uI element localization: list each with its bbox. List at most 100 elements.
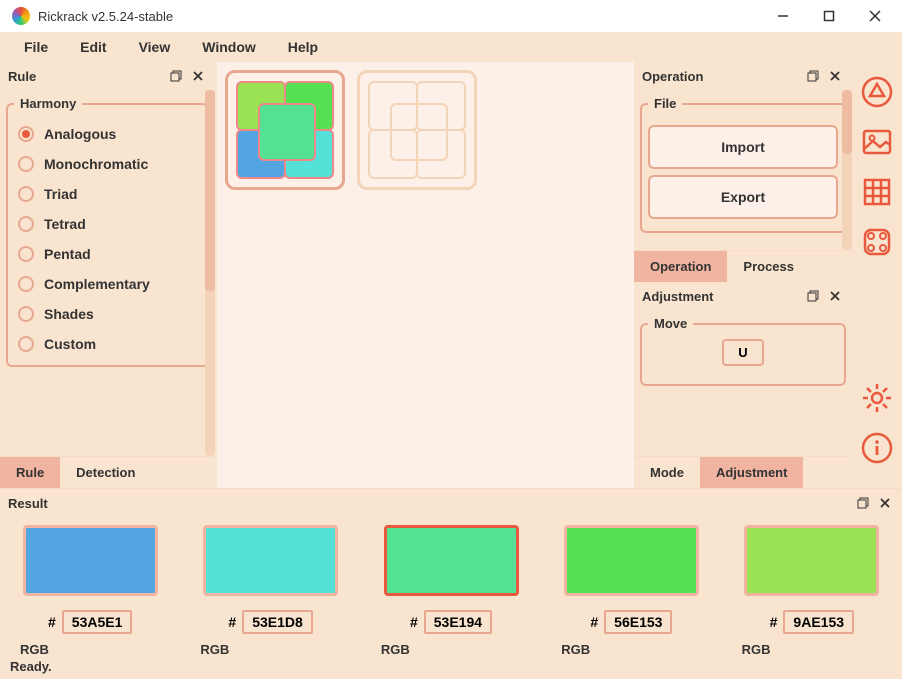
hash-label: # bbox=[48, 614, 56, 630]
harmony-option-label: Monochromatic bbox=[44, 156, 148, 172]
canvas-area[interactable] bbox=[217, 62, 634, 488]
hash-label: # bbox=[770, 614, 778, 630]
swatch-tile-empty bbox=[390, 103, 448, 161]
operation-panel-title: Operation bbox=[642, 69, 800, 84]
scrollbar[interactable] bbox=[205, 90, 215, 456]
hex-value[interactable]: 53E194 bbox=[424, 610, 492, 634]
radio-icon bbox=[18, 126, 34, 142]
panel-float-icon[interactable] bbox=[804, 287, 822, 305]
tab-adjustment[interactable]: Adjustment bbox=[700, 457, 804, 488]
export-button[interactable]: Export bbox=[648, 175, 838, 219]
harmony-option-triad[interactable]: Triad bbox=[14, 179, 201, 209]
harmony-option-label: Triad bbox=[44, 186, 77, 202]
harmony-option-shades[interactable]: Shades bbox=[14, 299, 201, 329]
panel-float-icon[interactable] bbox=[854, 494, 872, 512]
grid-icon[interactable] bbox=[857, 172, 897, 212]
menu-window[interactable]: Window bbox=[186, 33, 272, 61]
palette-preview-empty[interactable] bbox=[357, 70, 477, 190]
menu-file[interactable]: File bbox=[8, 33, 64, 61]
rule-panel: Rule Harmony Analogous Monochromatic Triad… bbox=[0, 62, 217, 488]
color-swatch[interactable] bbox=[564, 525, 699, 596]
tab-mode[interactable]: Mode bbox=[634, 457, 700, 488]
harmony-option-custom[interactable]: Custom bbox=[14, 329, 201, 359]
harmony-option-pentad[interactable]: Pentad bbox=[14, 239, 201, 269]
app-logo-icon bbox=[12, 7, 30, 25]
result-panel-title: Result bbox=[8, 496, 850, 511]
tab-detection[interactable]: Detection bbox=[60, 457, 151, 488]
rule-tabs: Rule Detection bbox=[0, 456, 215, 488]
move-group: Move U bbox=[640, 316, 846, 386]
radio-icon bbox=[18, 216, 34, 232]
hex-value[interactable]: 56E153 bbox=[604, 610, 672, 634]
result-color-card: #53A5E1RGB bbox=[0, 525, 180, 657]
tab-rule[interactable]: Rule bbox=[0, 457, 60, 488]
harmony-option-analogous[interactable]: Analogous bbox=[14, 119, 201, 149]
side-toolbar bbox=[852, 62, 902, 488]
result-color-card: #56E153 RGB bbox=[541, 525, 721, 657]
harmony-option-monochromatic[interactable]: Monochromatic bbox=[14, 149, 201, 179]
hash-label: # bbox=[590, 614, 598, 630]
panel-close-icon[interactable] bbox=[826, 287, 844, 305]
file-legend: File bbox=[648, 96, 682, 111]
adjustment-panel-title: Adjustment bbox=[642, 289, 800, 304]
rgb-label: RGB bbox=[742, 642, 771, 657]
window-title: Rickrack v2.5.24-stable bbox=[38, 9, 760, 24]
harmony-option-tetrad[interactable]: Tetrad bbox=[14, 209, 201, 239]
menubar: File Edit View Window Help bbox=[0, 32, 902, 62]
harmony-option-complementary[interactable]: Complementary bbox=[14, 269, 201, 299]
tab-operation[interactable]: Operation bbox=[634, 251, 727, 282]
maximize-button[interactable] bbox=[806, 0, 852, 32]
hex-value[interactable]: 9AE153 bbox=[783, 610, 854, 634]
harmony-option-label: Tetrad bbox=[44, 216, 86, 232]
board-icon[interactable] bbox=[857, 222, 897, 262]
radio-icon bbox=[18, 306, 34, 322]
panel-close-icon[interactable] bbox=[826, 67, 844, 85]
image-icon[interactable] bbox=[857, 122, 897, 162]
menu-edit[interactable]: Edit bbox=[64, 33, 122, 61]
hash-label: # bbox=[410, 614, 418, 630]
harmony-legend: Harmony bbox=[14, 96, 82, 111]
radio-icon bbox=[18, 156, 34, 172]
main-area: Rule Harmony Analogous Monochromatic Triad… bbox=[0, 62, 902, 488]
move-legend: Move bbox=[648, 316, 693, 331]
harmony-option-label: Custom bbox=[44, 336, 96, 352]
harmony-option-label: Shades bbox=[44, 306, 94, 322]
hash-label: # bbox=[228, 614, 236, 630]
rgb-label: RGB bbox=[561, 642, 590, 657]
panel-close-icon[interactable] bbox=[189, 67, 207, 85]
color-swatch[interactable] bbox=[384, 525, 519, 596]
operation-tabs: Operation Process bbox=[634, 250, 852, 282]
color-swatch[interactable] bbox=[203, 525, 338, 596]
import-button[interactable]: Import bbox=[648, 125, 838, 169]
palette-preview-active[interactable] bbox=[225, 70, 345, 190]
panel-close-icon[interactable] bbox=[876, 494, 894, 512]
panel-float-icon[interactable] bbox=[167, 67, 185, 85]
right-column: Operation File Import Export Operation P… bbox=[634, 62, 852, 488]
radio-icon bbox=[18, 186, 34, 202]
minimize-button[interactable] bbox=[760, 0, 806, 32]
adjustment-tabs: Mode Adjustment bbox=[634, 456, 852, 488]
color-swatch[interactable] bbox=[744, 525, 879, 596]
rgb-label: RGB bbox=[200, 642, 229, 657]
wheel-icon[interactable] bbox=[857, 72, 897, 112]
status-bar: Ready. bbox=[0, 657, 902, 679]
color-swatch[interactable] bbox=[23, 525, 158, 596]
rgb-label: RGB bbox=[381, 642, 410, 657]
hex-value[interactable]: 53E1D8 bbox=[242, 610, 313, 634]
swatch-tile[interactable] bbox=[258, 103, 316, 161]
result-color-card: #9AE153 RGB bbox=[722, 525, 902, 657]
rule-panel-title: Rule bbox=[8, 69, 163, 84]
panel-float-icon[interactable] bbox=[804, 67, 822, 85]
tab-process[interactable]: Process bbox=[727, 251, 810, 282]
hex-value[interactable]: 53A5E1 bbox=[62, 610, 133, 634]
close-button[interactable] bbox=[852, 0, 898, 32]
radio-icon bbox=[18, 246, 34, 262]
menu-view[interactable]: View bbox=[123, 33, 187, 61]
radio-icon bbox=[18, 336, 34, 352]
menu-help[interactable]: Help bbox=[272, 33, 334, 61]
scrollbar[interactable] bbox=[842, 90, 852, 250]
info-icon[interactable] bbox=[857, 428, 897, 468]
file-group: File Import Export bbox=[640, 96, 846, 233]
gear-icon[interactable] bbox=[857, 378, 897, 418]
move-up-button[interactable]: U bbox=[722, 339, 763, 366]
